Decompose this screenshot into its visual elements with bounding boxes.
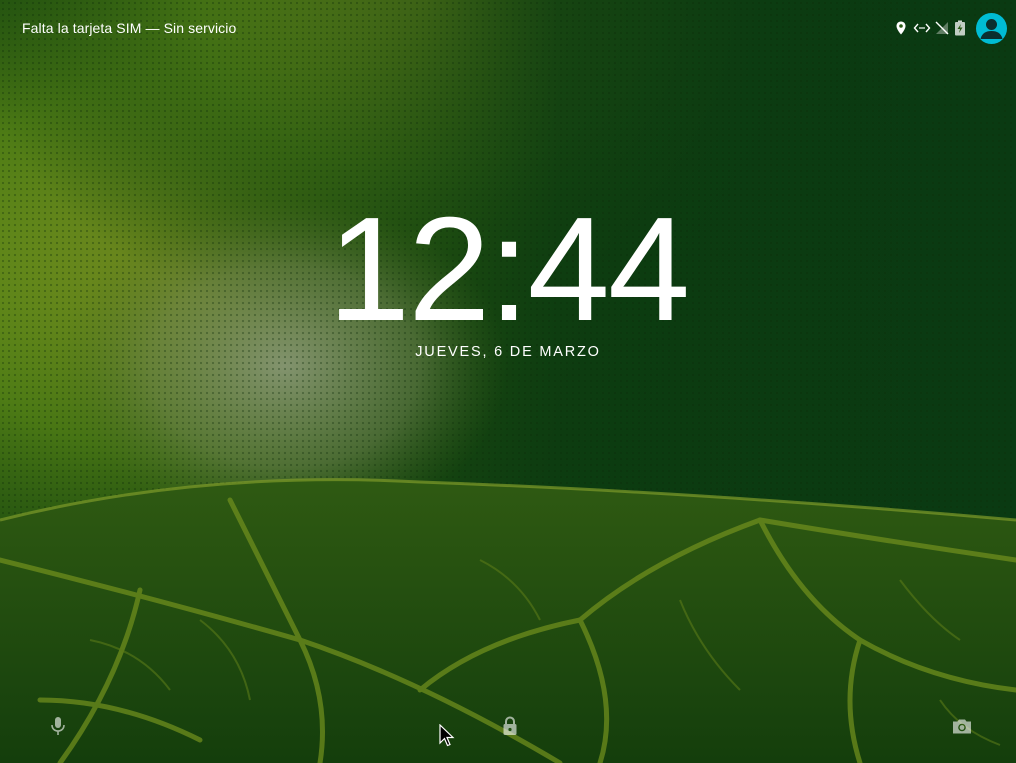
location-icon: [896, 21, 906, 35]
user-avatar-icon[interactable]: [976, 13, 1007, 44]
lock-icon[interactable]: [498, 714, 522, 738]
microphone-icon[interactable]: [46, 714, 70, 738]
data-sync-icon: [913, 23, 931, 33]
battery-charging-icon: [955, 20, 965, 36]
status-bar: Falta la tarjeta SIM — Sin servicio: [0, 0, 1016, 56]
mouse-cursor-icon: [439, 724, 455, 747]
lockscreen-date: JUEVES, 6 DE MARZO: [415, 344, 601, 360]
no-signal-icon: [935, 21, 949, 35]
lock-screen[interactable]: Falta la tarjeta SIM — Sin servicio 12:4…: [0, 0, 1016, 763]
camera-icon[interactable]: [950, 714, 974, 738]
carrier-status-text: Falta la tarjeta SIM — Sin servicio: [22, 20, 237, 36]
wallpaper-leaf-image: [0, 0, 1016, 763]
lockscreen-clock: 12:44: [327, 187, 690, 352]
